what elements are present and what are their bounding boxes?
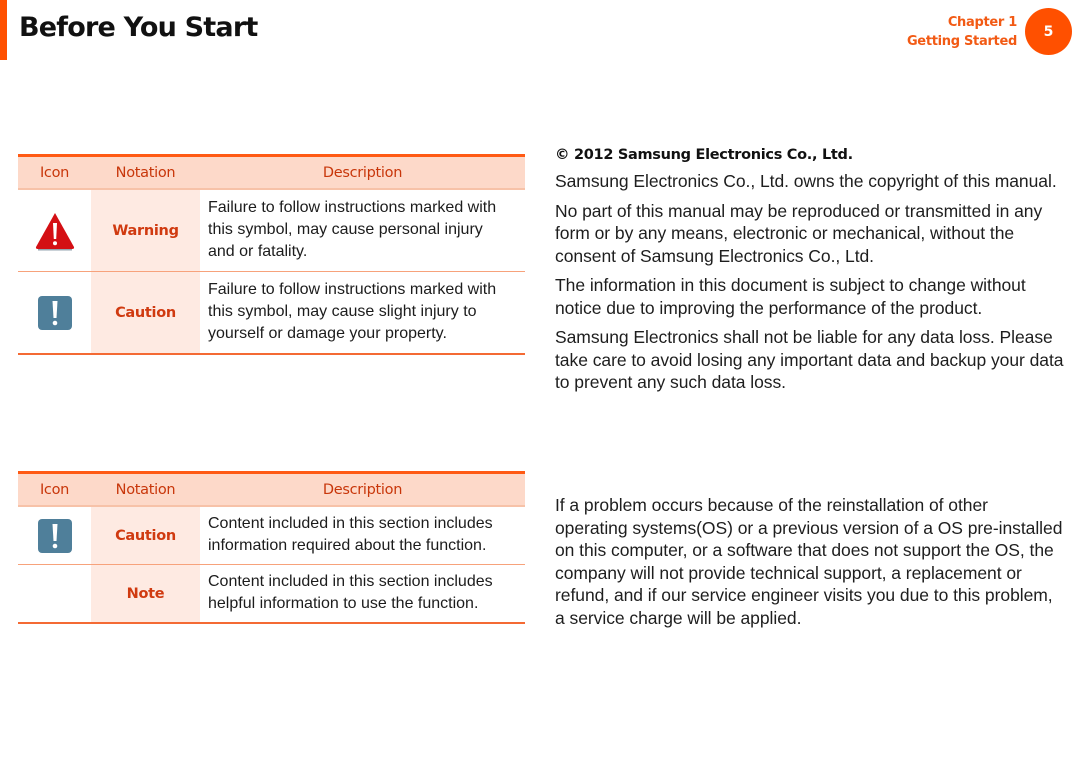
warning-triangle-icon [18,190,91,271]
caution-exclamation-icon [18,272,91,353]
os-disclaimer-paragraph: If a problem occurs because of the reins… [555,495,1063,628]
column-header-description: Description [322,164,403,181]
column-header-notation: Notation [115,481,176,498]
copyright-paragraph: Samsung Electronics shall not be liable … [555,327,1064,392]
table-row: Caution Failure to follow instructions m… [18,272,525,355]
description-text: Content included in this section include… [208,515,493,554]
table-header-row: Icon Notation Description [18,471,525,507]
chapter-label: Chapter 1 [947,15,1017,30]
column-header-description: Description [322,481,403,498]
page-title: Before You Start [19,12,258,43]
text-notations-table: Icon Notation Description Caution Conten… [18,471,525,624]
column-header-icon: Icon [39,481,70,498]
description-text: Content included in this section include… [208,573,493,612]
column-header-icon: Icon [39,164,70,181]
copyright-paragraph: Samsung Electronics Co., Ltd. owns the c… [555,171,1057,191]
table-header-row: Icon Notation Description [18,154,525,190]
chapter-name: Getting Started [906,34,1017,49]
copyright-paragraph: The information in this document is subj… [555,275,1026,318]
table-row: Warning Failure to follow instructions m… [18,190,525,272]
empty-icon-cell [18,565,91,622]
notation-label: Warning [91,190,200,271]
table-row: Caution Content included in this section… [18,507,525,565]
table-row: Note Content included in this section in… [18,565,525,624]
chapter-info: Chapter 1 Getting Started [907,13,1017,51]
chapter-accent-bar [0,0,7,60]
description-text: Failure to follow instructions marked wi… [208,281,497,342]
page-number-badge: 5 [1025,8,1072,55]
description-text: Failure to follow instructions marked wi… [208,199,497,260]
notation-label: Caution [91,272,200,353]
safety-symbols-table: Icon Notation Description Warning Failur… [18,154,525,355]
caution-exclamation-icon [18,507,91,564]
copyright-title: © 2012 Samsung Electronics Co., Ltd. [555,147,853,163]
copyright-paragraph: No part of this manual may be reproduced… [555,200,1043,266]
column-header-notation: Notation [115,164,176,181]
copyright-section: © 2012 Samsung Electronics Co., Ltd. Sam… [555,147,1080,401]
notation-label: Caution [91,507,200,564]
notation-label: Note [91,565,200,622]
os-disclaimer-section: If a problem occurs because of the reins… [555,494,1080,636]
